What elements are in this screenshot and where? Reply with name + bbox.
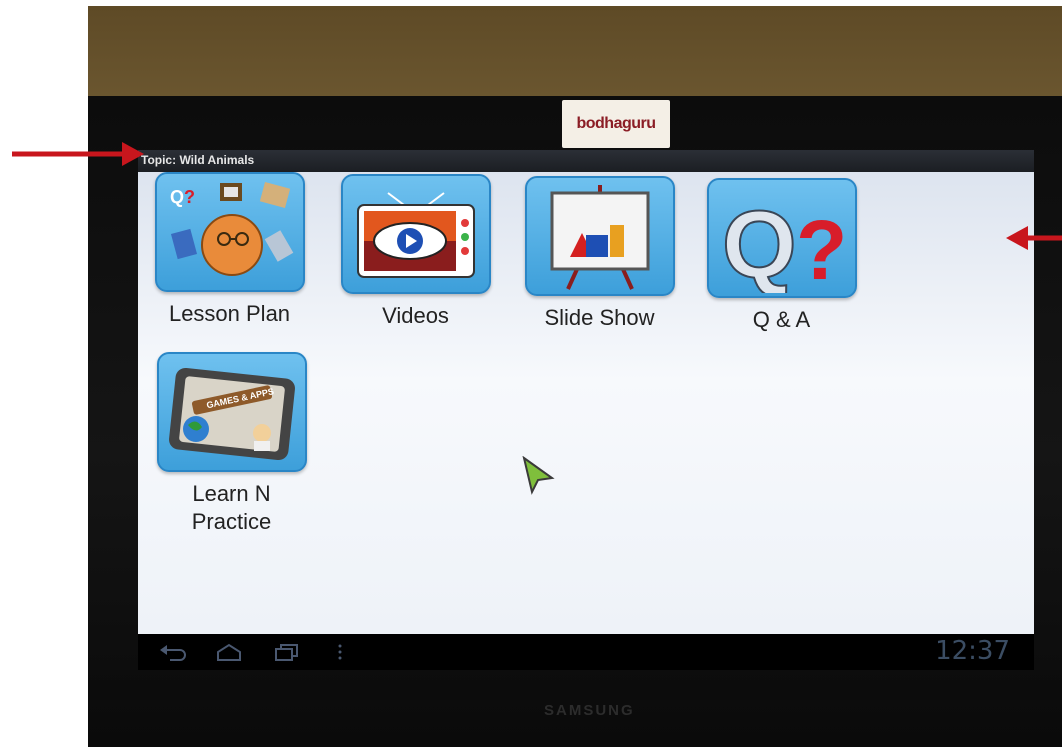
status-clock: 12:37: [935, 636, 1010, 666]
tile-slide-show[interactable]: Slide Show: [522, 176, 677, 332]
lesson-plan-icon: Q ?: [154, 172, 305, 292]
topic-title: Topic: Wild Animals: [141, 153, 255, 167]
tile-videos[interactable]: Videos: [338, 174, 493, 330]
cursor-icon: [522, 456, 555, 495]
tile-label: Q & A: [752, 307, 811, 332]
tile-q-and-a[interactable]: Q ? Q & A: [704, 178, 859, 334]
app-screen: Topic: Wild Animals Q ? Lesson Plan Vide…: [138, 150, 1034, 634]
recent-apps-icon[interactable]: [272, 642, 302, 662]
slide-show-icon: [524, 176, 675, 296]
monitor-brand: SAMSUNG: [544, 702, 635, 719]
menu-icon[interactable]: [336, 642, 344, 662]
sticker-text: bodhaguru: [576, 115, 656, 132]
tile-label: Slide Show: [544, 305, 655, 330]
tile-label: Learn N Practice: [191, 481, 272, 534]
brand-sticker: bodhaguru: [562, 100, 670, 148]
navigation-bar: 12:37: [138, 634, 1034, 670]
tile-grid: Q ? Lesson Plan Videos Slide Show Q ? Q …: [138, 172, 1034, 634]
videos-icon: [340, 174, 491, 294]
svg-text:?: ?: [796, 203, 847, 293]
tile-label: Videos: [382, 303, 449, 328]
learn-n-practice-icon: GAMES & APPS: [156, 352, 307, 472]
svg-text:Q: Q: [170, 187, 184, 207]
svg-text:Q: Q: [722, 191, 797, 293]
title-bar: Topic: Wild Animals: [138, 150, 1034, 172]
svg-text:?: ?: [184, 187, 195, 207]
tile-learn-n-practice[interactable]: GAMES & APPS Learn N Practice: [154, 352, 309, 536]
tile-lesson-plan[interactable]: Q ? Lesson Plan: [152, 172, 307, 328]
tile-label: Lesson Plan: [168, 301, 291, 326]
annotation-arrow-left-icon: [1006, 226, 1062, 250]
annotation-arrow-right-icon: [12, 142, 144, 166]
home-icon[interactable]: [214, 642, 244, 662]
back-icon[interactable]: [158, 642, 188, 662]
q-and-a-icon: Q ?: [706, 178, 857, 298]
